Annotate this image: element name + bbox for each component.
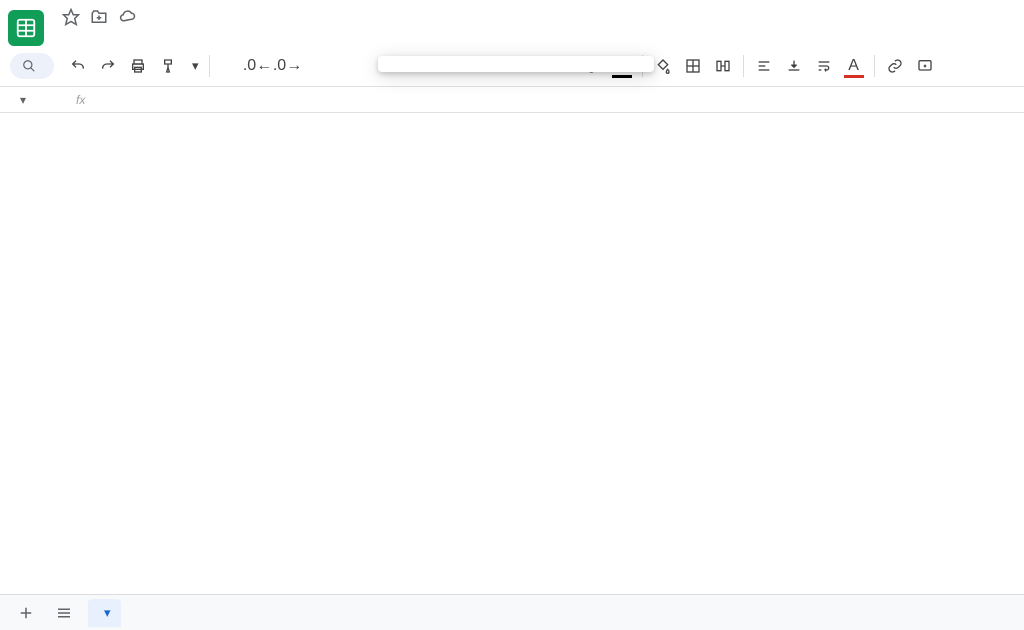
percent-button[interactable] (230, 52, 242, 80)
name-box[interactable]: ▾ (0, 93, 60, 107)
link-icon[interactable] (881, 52, 909, 80)
redo-icon[interactable] (94, 52, 122, 80)
all-sheets-button[interactable] (50, 599, 78, 627)
add-sheet-button[interactable] (12, 599, 40, 627)
fx-label: fx (76, 93, 85, 107)
undo-icon[interactable] (64, 52, 92, 80)
sheet-tab[interactable]: ▾ (88, 599, 121, 627)
zoom-select[interactable]: ▾ (184, 58, 203, 74)
menu-search[interactable] (10, 53, 54, 79)
comment-icon[interactable] (911, 52, 939, 80)
sheet-tab-bar: ▾ (0, 594, 1024, 630)
halign-icon[interactable] (750, 52, 778, 80)
decrease-decimal-icon[interactable]: .0← (244, 52, 272, 80)
valign-icon[interactable] (780, 52, 808, 80)
merge-icon[interactable] (709, 52, 737, 80)
cloud-icon[interactable] (118, 8, 136, 26)
print-icon[interactable] (124, 52, 152, 80)
currency-button[interactable] (216, 52, 228, 80)
borders-icon[interactable] (679, 52, 707, 80)
star-icon[interactable] (62, 8, 80, 26)
extensions-menu (378, 56, 654, 72)
increase-decimal-icon[interactable]: .0→ (274, 52, 302, 80)
wrap-icon[interactable] (810, 52, 838, 80)
text-rotation-icon[interactable]: A (840, 52, 868, 80)
paint-format-icon[interactable] (154, 52, 182, 80)
sheets-logo[interactable] (8, 10, 44, 46)
move-icon[interactable] (90, 8, 108, 26)
